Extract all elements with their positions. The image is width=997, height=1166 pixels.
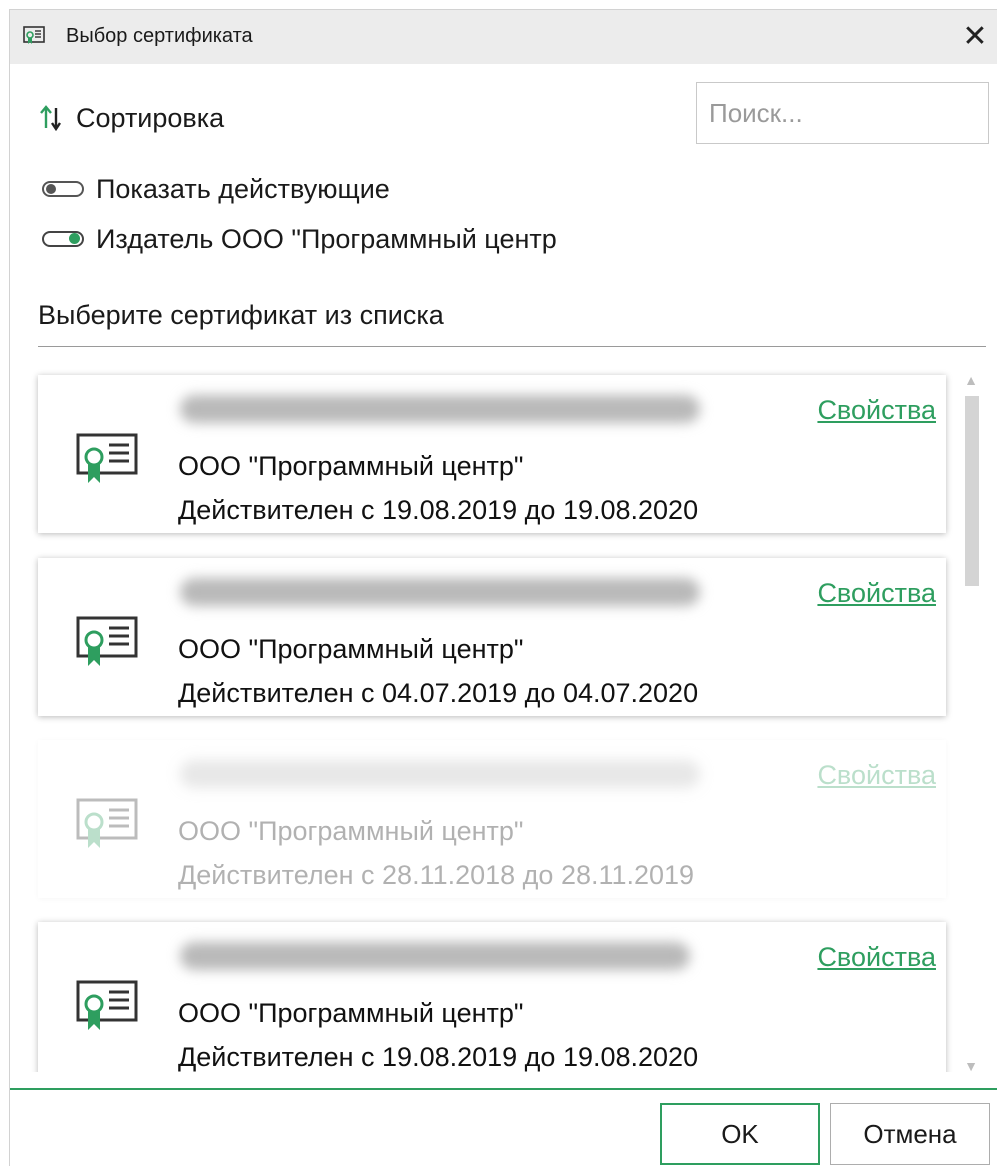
close-button[interactable]: ✕ (958, 20, 992, 54)
toggle-switch-off[interactable] (42, 181, 84, 197)
list-title: Выберите сертификат из списка (38, 300, 444, 330)
certificate-organization: ООО "Программный центр" (178, 998, 524, 1028)
cancel-button[interactable]: Отмена (830, 1103, 990, 1165)
close-icon: ✕ (962, 20, 988, 53)
properties-link[interactable]: Свойства (817, 942, 936, 973)
toggle-knob (69, 233, 80, 244)
certificate-validity: Действителен с 19.08.2019 до 19.08.2020 (178, 495, 699, 525)
certificate-organization: ООО "Программный центр" (178, 816, 524, 846)
certificate-organization: ООО "Программный центр" (178, 634, 524, 664)
scroll-thumb[interactable] (965, 396, 979, 586)
certificate-card[interactable]: Свойства ООО "Программный центр" Действи… (38, 922, 946, 1072)
certificate-icon (76, 798, 138, 848)
certificate-owner-blurred (180, 395, 700, 423)
certificate-list[interactable]: Свойства ООО "Программный центр" Действи… (30, 360, 970, 1072)
certificate-card[interactable]: Свойства ООО "Программный центр" Действи… (38, 375, 946, 533)
certificate-organization: ООО "Программный центр" (178, 451, 524, 481)
search-input[interactable] (696, 82, 989, 144)
certificate-icon (23, 26, 45, 44)
filter-issuer[interactable]: Издатель ООО "Программный центр (42, 222, 557, 256)
scroll-down-icon[interactable]: ▼ (963, 1058, 979, 1074)
ok-button[interactable]: OK (660, 1103, 820, 1165)
scrollbar[interactable]: ▲ ▼ (960, 372, 982, 1074)
filter-label: Издатель ООО "Программный центр (96, 223, 557, 254)
filter-active-only[interactable]: Показать действующие (42, 172, 390, 206)
divider (38, 346, 986, 347)
certificate-owner-blurred (180, 578, 700, 606)
toggle-knob (46, 184, 56, 194)
sort-icon (40, 105, 61, 131)
properties-link[interactable]: Свойства (817, 578, 936, 609)
certificate-validity: Действителен с 04.07.2019 до 04.07.2020 (178, 678, 699, 708)
properties-link[interactable]: Свойства (817, 760, 936, 791)
certificate-owner-blurred (180, 760, 700, 788)
properties-link[interactable]: Свойства (817, 395, 936, 426)
certificate-validity: Действителен с 19.08.2019 до 19.08.2020 (178, 1042, 699, 1072)
certificate-card-expired[interactable]: Свойства ООО "Программный центр" Действи… (38, 740, 946, 898)
certificate-icon (76, 980, 138, 1030)
certificate-icon (76, 433, 138, 483)
sort-label: Сортировка (76, 102, 225, 133)
scroll-up-icon[interactable]: ▲ (963, 372, 979, 388)
title-bar: Выбор сертификата ✕ (10, 10, 997, 64)
certificate-owner-blurred (180, 942, 690, 970)
window-title: Выбор сертификата (66, 25, 253, 47)
certificate-card[interactable]: Свойства ООО "Программный центр" Действи… (38, 558, 946, 716)
filter-label: Показать действующие (96, 173, 390, 204)
certificate-validity: Действителен с 28.11.2018 до 28.11.2019 (178, 860, 695, 890)
footer-divider (10, 1088, 997, 1090)
certificate-dialog: Выбор сертификата ✕ Сортировка Показать … (9, 9, 997, 1166)
toggle-switch-on[interactable] (42, 231, 84, 247)
sort-button[interactable]: Сортировка (38, 102, 224, 134)
certificate-icon (76, 616, 138, 666)
